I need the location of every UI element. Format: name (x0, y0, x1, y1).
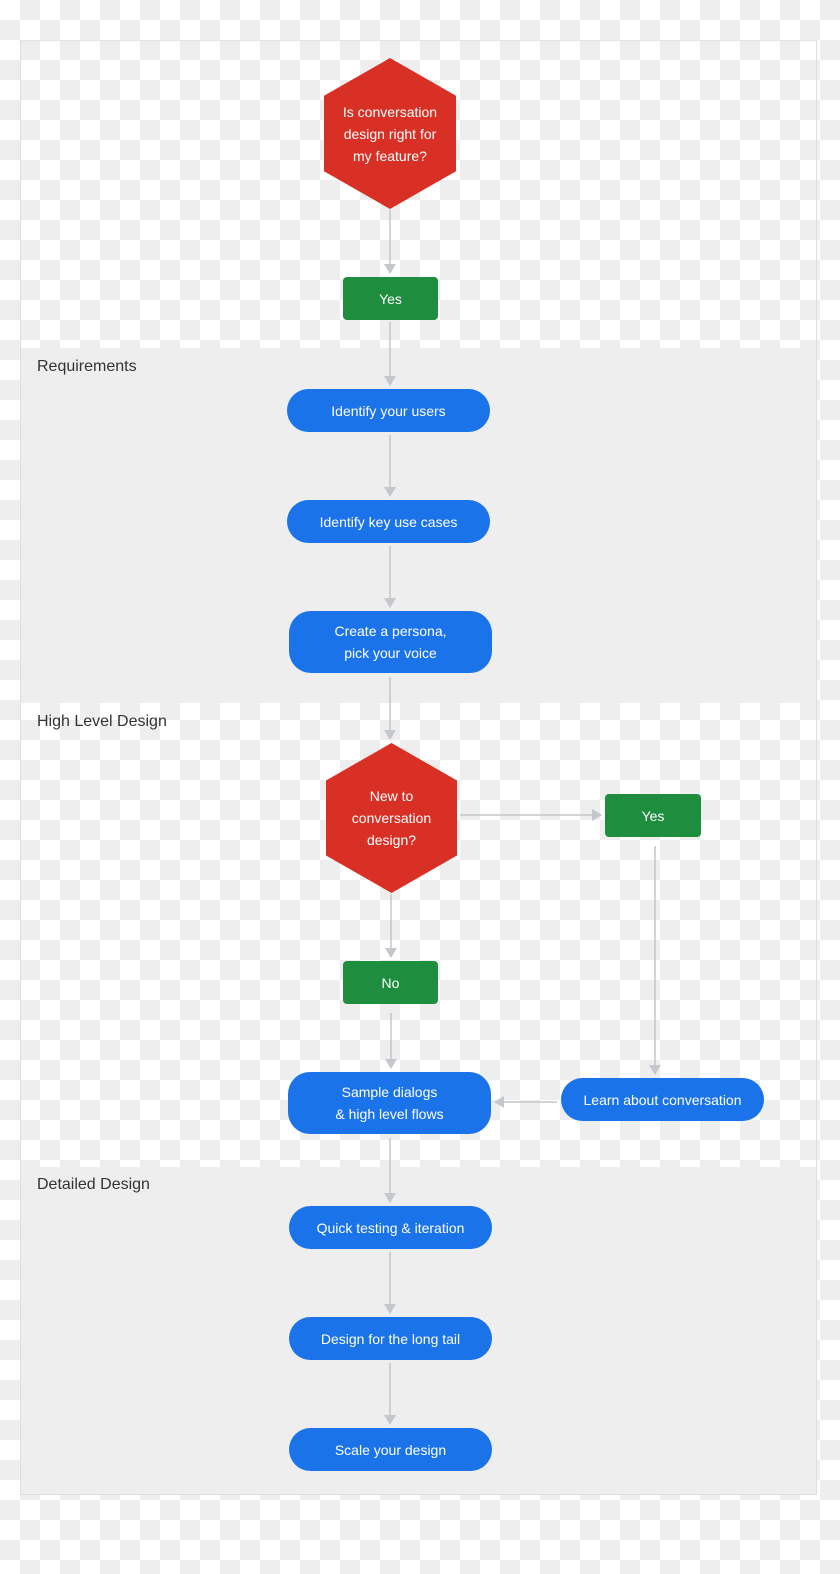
answer-yes-1-label: Yes (379, 290, 402, 307)
step-identify-key-use-cases[interactable]: Identify key use cases (287, 500, 490, 543)
step-sample-dialogs-label: Sample dialogs & high level flows (335, 1084, 444, 1122)
step-learn-about-conversation[interactable]: Learn about conversation (561, 1078, 764, 1121)
step-scale-design[interactable]: Scale your design (289, 1428, 492, 1471)
answer-yes-2[interactable]: Yes (605, 794, 701, 837)
step-sample-dialogs[interactable]: Sample dialogs & high level flows (288, 1072, 491, 1134)
step-design-long-tail[interactable]: Design for the long tail (289, 1317, 492, 1360)
step-design-long-tail-label: Design for the long tail (320, 1330, 461, 1347)
decision-conversation-design-right-label: Is conversation design right for my feat… (342, 103, 438, 164)
step-quick-testing[interactable]: Quick testing & iteration (289, 1206, 492, 1249)
step-create-persona-label: Create a persona, pick your voice (334, 623, 447, 661)
answer-no-label: No (381, 974, 400, 991)
answer-yes-1[interactable]: Yes (343, 277, 438, 320)
answer-no[interactable]: No (343, 961, 438, 1004)
step-create-persona[interactable]: Create a persona, pick your voice (289, 611, 492, 673)
decision-new-to-conversation-design-label: New to conversation design? (351, 788, 432, 848)
step-learn-about-conversation-label: Learn about conversation (583, 1091, 742, 1108)
step-identify-users-label: Identify your users (331, 402, 446, 419)
step-scale-design-label: Scale your design (334, 1441, 447, 1458)
step-identify-users[interactable]: Identify your users (287, 389, 490, 432)
step-identify-key-use-cases-label: Identify key use cases (319, 513, 458, 530)
step-quick-testing-label: Quick testing & iteration (316, 1219, 465, 1236)
answer-yes-2-label: Yes (641, 807, 665, 824)
